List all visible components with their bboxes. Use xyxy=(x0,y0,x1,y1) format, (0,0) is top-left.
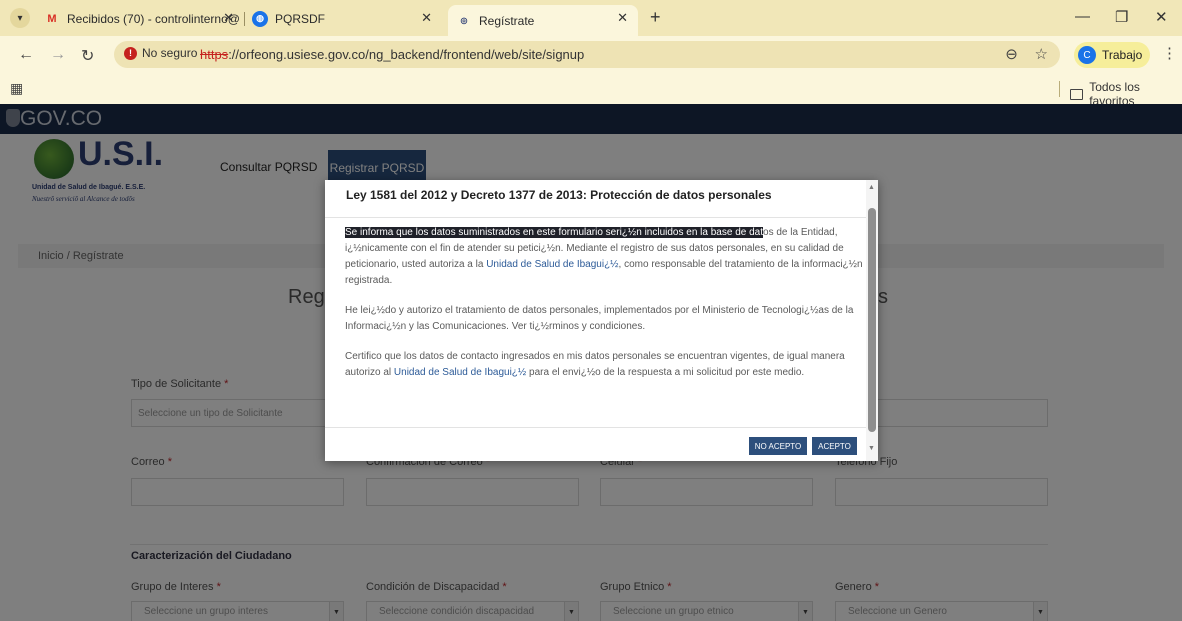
restore-icon[interactable]: ❐ xyxy=(1115,8,1128,26)
tab-pqrsdf[interactable]: ◍ PQRSDF ✕ xyxy=(252,5,442,32)
modal-paragraph-3: Certifico que los datos de contacto ingr… xyxy=(345,351,845,378)
usi-link[interactable]: Unidad de Salud de Ibagui¿½ xyxy=(394,367,526,378)
tab-title: Regístrate xyxy=(479,13,535,28)
zoom-icon[interactable]: ⊖ xyxy=(1005,46,1018,63)
modal-divider xyxy=(325,217,866,218)
tab-registrate[interactable]: ◎ Regístrate ✕ xyxy=(448,5,638,36)
address-bar[interactable]: ! No seguro https://orfeong.usiese.gov.c… xyxy=(114,41,1060,68)
close-tab-icon[interactable]: ✕ xyxy=(223,10,234,26)
tab-search-chevron-icon[interactable]: ▾ xyxy=(10,8,30,28)
modal-title: Ley 1581 del 2012 y Decreto 1377 de 2013… xyxy=(346,188,772,202)
browser-toolbar: ← → ↻ ! No seguro https://orfeong.usiese… xyxy=(0,36,1182,74)
bookmarks-bar: ▦ Todos los favoritos xyxy=(0,74,1182,108)
avatar: C xyxy=(1078,46,1096,64)
forward-arrow-icon[interactable]: → xyxy=(50,46,66,64)
profile-button[interactable]: C Trabajo xyxy=(1074,42,1150,68)
accept-button[interactable]: ACEPTO xyxy=(812,437,857,455)
bookmarks-separator xyxy=(1059,81,1060,97)
modal-paragraph-2: He lei¿½do y autorizo el tratamiento de … xyxy=(345,305,854,332)
gmail-icon: M xyxy=(47,12,57,25)
tab-separator xyxy=(244,12,245,26)
modal-scrollbar[interactable]: ▲ ▼ xyxy=(866,180,878,461)
scroll-up-icon[interactable]: ▲ xyxy=(868,184,875,191)
tab-gmail[interactable]: M Recibidos (70) - controlinterno@ ✕ xyxy=(44,5,244,32)
data-protection-modal: Ley 1581 del 2012 y Decreto 1377 de 2013… xyxy=(325,180,878,461)
modal-footer-divider xyxy=(325,427,866,428)
security-badge[interactable]: ! No seguro xyxy=(124,46,197,60)
modal-paragraph-1: Se informa que los datos suministrados e… xyxy=(345,227,863,286)
back-arrow-icon[interactable]: ← xyxy=(18,46,34,64)
omnibox-icons: ⊖ ☆ xyxy=(1005,45,1048,63)
url-text[interactable]: https://orfeong.usiese.gov.co/ng_backend… xyxy=(200,47,584,62)
new-tab-icon[interactable]: + xyxy=(650,7,661,28)
tab-title: PQRSDF xyxy=(275,11,326,26)
menu-kebab-icon[interactable]: ⋮ xyxy=(1162,44,1177,62)
browser-tab-bar: ▾ M Recibidos (70) - controlinterno@ ✕ ◍… xyxy=(0,0,1182,36)
reject-button[interactable]: NO ACEPTO xyxy=(749,437,807,455)
usi-site-icon: ◎ xyxy=(460,16,468,25)
modal-body: Se informa que los datos suministrados e… xyxy=(345,225,869,395)
security-label: No seguro xyxy=(142,46,198,60)
url-protocol: https xyxy=(200,47,229,62)
close-tab-icon[interactable]: ✕ xyxy=(421,10,432,26)
warning-icon: ! xyxy=(124,46,137,60)
folder-icon xyxy=(1070,88,1084,100)
minimize-icon[interactable]: — xyxy=(1075,8,1090,25)
globe-icon: ◍ xyxy=(252,10,268,27)
tab-title: Recibidos (70) - controlinterno@ xyxy=(67,11,240,26)
selected-text[interactable]: Se informa que los datos suministrados e… xyxy=(345,227,764,238)
usi-link[interactable]: Unidad de Salud de Ibagui¿½ xyxy=(486,259,618,270)
profile-name: Trabajo xyxy=(1102,48,1143,62)
scrollbar-thumb[interactable] xyxy=(868,208,876,432)
url-path: ://orfeong.usiese.gov.co/ng_backend/fron… xyxy=(228,47,585,62)
apps-grid-icon[interactable]: ▦ xyxy=(10,80,23,97)
bookmark-star-icon[interactable]: ☆ xyxy=(1035,46,1048,63)
reload-icon[interactable]: ↻ xyxy=(81,46,94,66)
scroll-down-icon[interactable]: ▼ xyxy=(868,445,875,452)
close-window-icon[interactable]: ✕ xyxy=(1155,8,1168,26)
close-tab-icon[interactable]: ✕ xyxy=(617,10,628,26)
